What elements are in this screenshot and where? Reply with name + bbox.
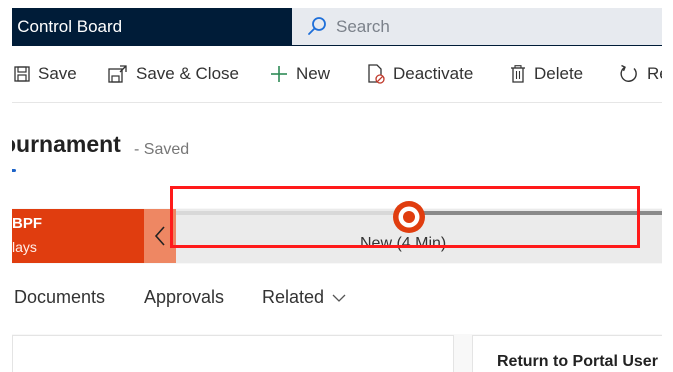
chevron-down-icon: [332, 294, 346, 302]
bpf-flag[interactable]: BPF lays: [12, 209, 144, 263]
refresh-button[interactable]: Re: [619, 46, 662, 102]
deactivate-label: Deactivate: [393, 64, 474, 83]
save-close-icon: [108, 65, 127, 83]
tab-documents[interactable]: Documents: [14, 287, 105, 308]
save-close-button[interactable]: Save & Close: [108, 46, 239, 102]
refresh-label: Re: [647, 64, 662, 83]
highlight-box: [170, 186, 640, 248]
entity-link[interactable]: [12, 169, 16, 172]
tab-approvals[interactable]: Approvals: [144, 287, 224, 308]
main-panel: [12, 335, 454, 372]
search-icon: [308, 17, 326, 35]
command-bar: Save Save & Close New Deactivate Delete …: [12, 46, 662, 103]
tab-related[interactable]: Related: [262, 287, 346, 308]
tab-related-label: Related: [262, 287, 325, 307]
save-status: - Saved: [134, 141, 190, 158]
app-window: s Control Board Search Save Save & Close…: [12, 8, 662, 372]
chevron-left-icon: [154, 226, 165, 246]
plus-icon: [271, 66, 287, 82]
save-button[interactable]: Save: [14, 46, 77, 102]
save-label: Save: [38, 64, 77, 83]
search-box[interactable]: Search: [292, 8, 662, 45]
bpf-name: BPF: [12, 215, 42, 232]
save-close-label: Save & Close: [136, 64, 239, 83]
side-panel: Return to Portal User: [472, 335, 662, 372]
trash-icon: [511, 65, 525, 83]
refresh-icon: [620, 64, 637, 82]
form-tabs: Documents Approvals Related: [12, 264, 662, 334]
delete-button[interactable]: Delete: [510, 46, 583, 102]
bpf-duration: lays: [12, 239, 37, 255]
record-title: ournament: [12, 131, 121, 157]
new-button[interactable]: New: [270, 46, 330, 102]
deactivate-button[interactable]: Deactivate: [367, 46, 473, 102]
side-panel-title: Return to Portal User: [497, 353, 658, 370]
deactivate-icon: [368, 64, 385, 84]
top-bar: s Control Board Search: [12, 8, 662, 46]
delete-label: Delete: [534, 64, 584, 83]
new-label: New: [296, 64, 331, 83]
search-input[interactable]: Search: [336, 17, 390, 37]
save-icon: [14, 66, 30, 82]
app-title[interactable]: s Control Board: [12, 17, 122, 37]
